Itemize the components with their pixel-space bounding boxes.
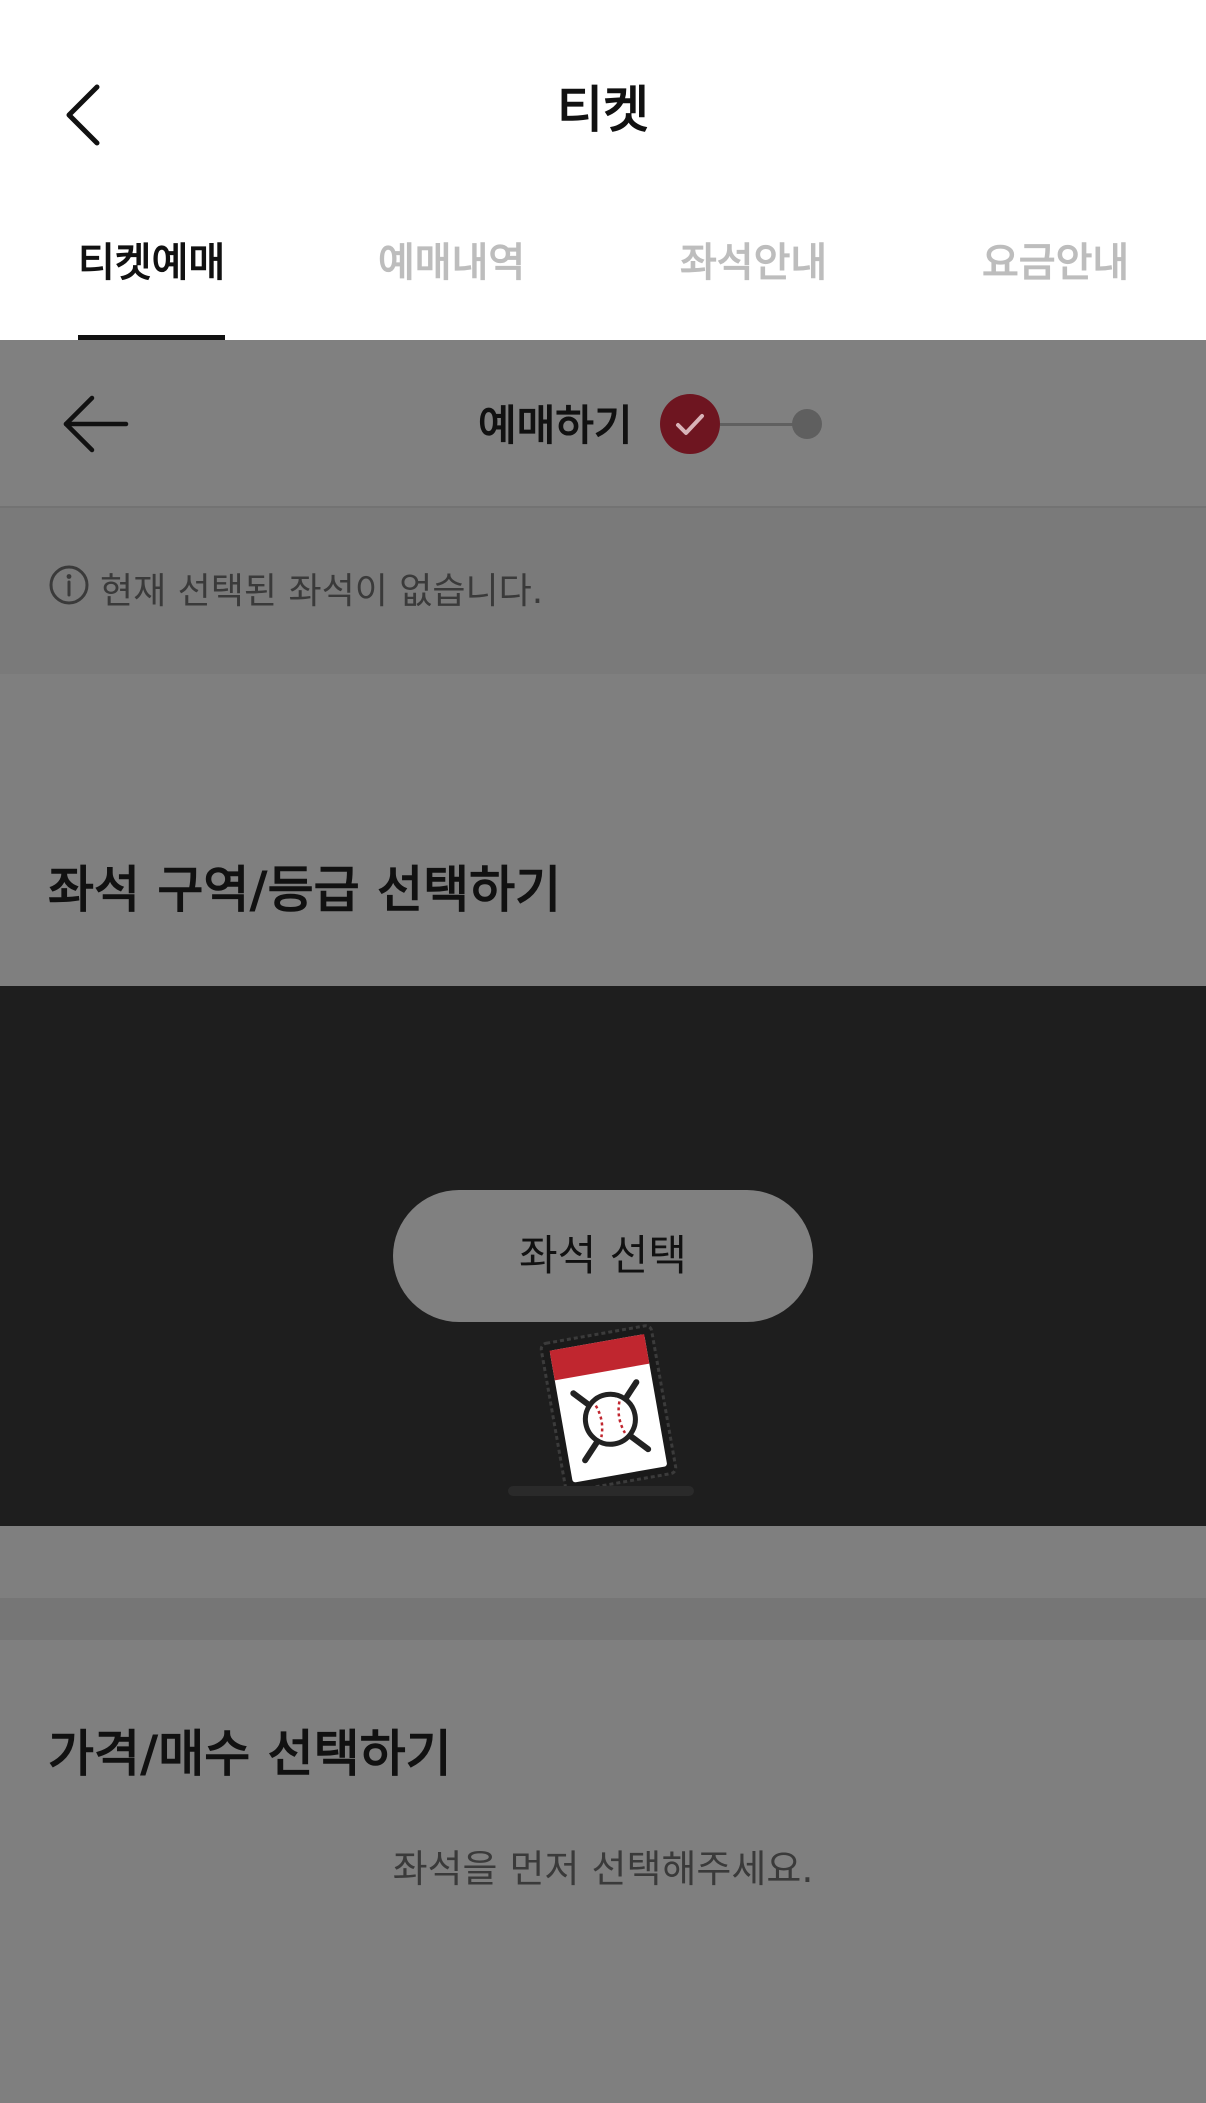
- seat-map-area: 좌석 선택: [0, 986, 1206, 1526]
- section-divider: [0, 1598, 1206, 1640]
- tab-label: 요금안내: [982, 240, 1130, 286]
- tab-price-info[interactable]: 요금안내: [982, 230, 1129, 340]
- tab-label: 좌석안내: [680, 240, 828, 286]
- tab-seat-info[interactable]: 좌석안내: [680, 230, 827, 340]
- page-title: 티켓: [557, 81, 649, 139]
- arrow-left-icon: [63, 395, 129, 453]
- seat-section-title: 좌석 구역/등급 선택하기: [48, 861, 562, 919]
- step-indicator-pending: [792, 409, 822, 439]
- selection-notice: 현재 선택된 좌석이 없습니다.: [0, 508, 1206, 674]
- step-indicator-done: [660, 394, 720, 454]
- step-title: 예매하기: [478, 401, 633, 450]
- app-header: 티켓 티켓예매 예매내역 좌석안내 요금안내: [0, 0, 1206, 340]
- baseball-ticket-icon: [539, 1324, 678, 1493]
- step-back-button[interactable]: [60, 388, 132, 460]
- tab-bar: 티켓예매 예매내역 좌석안내 요금안내: [0, 230, 1206, 340]
- info-circle-icon: [49, 565, 89, 605]
- price-section-title: 가격/매수 선택하기: [48, 1725, 452, 1783]
- step-connector: [720, 423, 794, 426]
- price-empty-message: 좌석을 먼저 선택해주세요.: [392, 1847, 814, 1891]
- check-icon: [676, 414, 704, 435]
- notice-text: 현재 선택된 좌석이 없습니다.: [100, 571, 544, 612]
- tab-ticket-booking[interactable]: 티켓예매: [78, 230, 226, 340]
- seat-select-button[interactable]: 좌석 선택: [393, 1190, 813, 1322]
- step-bar: 예매하기: [0, 340, 1206, 508]
- tab-label: 예매내역: [378, 240, 526, 286]
- tab-label: 티켓예매: [78, 240, 226, 286]
- tab-booking-history[interactable]: 예매내역: [378, 230, 525, 340]
- loading-shadow: [508, 1486, 694, 1496]
